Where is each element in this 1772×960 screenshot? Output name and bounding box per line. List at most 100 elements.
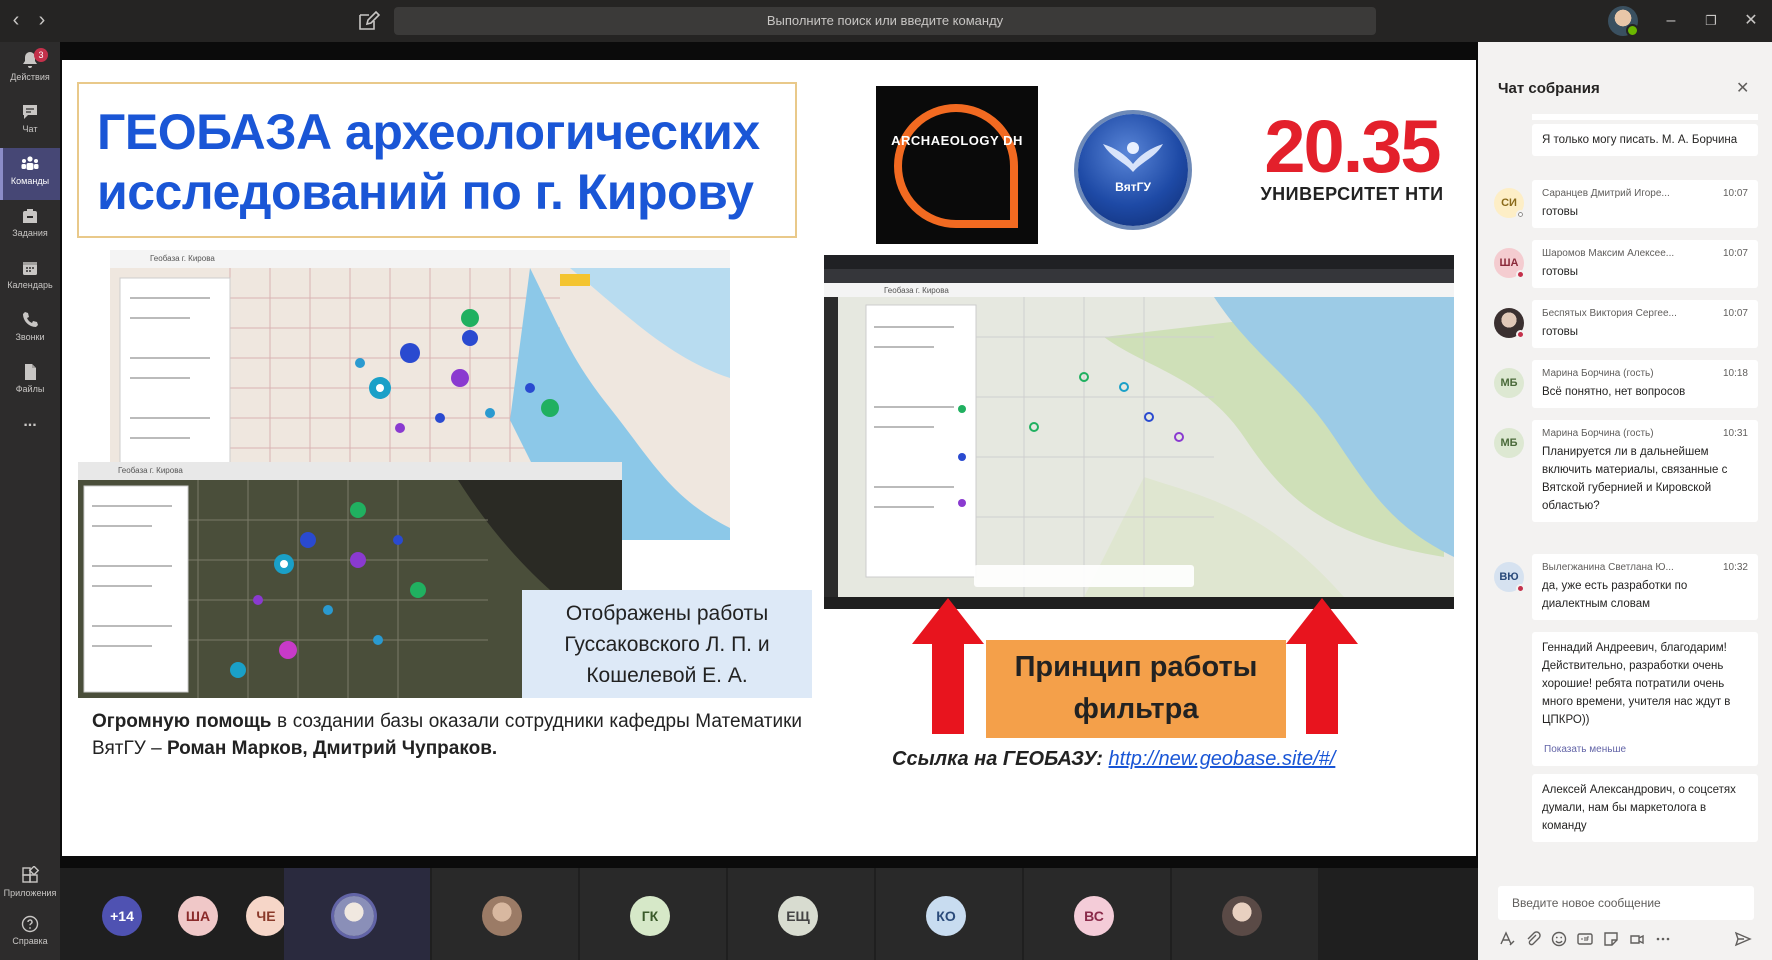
title-bar: ‹ › Выполните поиск или введите команду … xyxy=(0,0,1772,42)
map-header: Геобаза г. Кирова xyxy=(110,250,730,268)
more-options-icon[interactable] xyxy=(1654,930,1672,948)
emoji-icon[interactable] xyxy=(1550,930,1568,948)
calendar-icon xyxy=(23,262,37,275)
message-bubble: 10:07 Саранцев Дмитрий Игоре... готовы xyxy=(1532,180,1758,228)
message-text: Всё понятно, нет вопросов xyxy=(1542,386,1686,398)
rail-calls[interactable]: Звонки xyxy=(0,304,60,356)
rail-label: Задания xyxy=(12,228,48,238)
participant-tile[interactable]: ВС xyxy=(1024,868,1170,960)
overflow-participants-avatar[interactable]: +14 xyxy=(102,896,142,936)
participant-tile[interactable] xyxy=(1172,868,1318,960)
message-text: Планируется ли в дальнейшем включить мат… xyxy=(1542,446,1728,512)
browser-tabs-bar xyxy=(824,255,1454,269)
meet-now-icon[interactable] xyxy=(1628,930,1646,948)
rail-teams[interactable]: Команды xyxy=(0,148,60,200)
maximize-button[interactable]: ❐ xyxy=(1698,8,1724,34)
sender-avatar: ША xyxy=(1494,248,1525,279)
participant-photo-avatar xyxy=(1222,896,1262,936)
message-time: 10:07 xyxy=(1722,248,1748,259)
filter-map-graphic xyxy=(824,297,1454,609)
sticker-icon[interactable] xyxy=(1602,930,1620,948)
title-box: ГЕОБАЗА археологических исследований по … xyxy=(77,82,797,238)
sender-name: Вылегжанина Светлана Ю... xyxy=(1542,562,1674,573)
rail-chat[interactable]: Чат xyxy=(0,96,60,148)
rail-label: Звонки xyxy=(15,332,45,342)
status-busy-icon xyxy=(1516,270,1525,279)
shared-slide: ГЕОБАЗА археологических исследований по … xyxy=(62,60,1476,856)
profile-avatar[interactable] xyxy=(1608,6,1639,37)
show-less-link[interactable]: Показать меньше xyxy=(1544,744,1626,755)
rail-calendar[interactable]: Календарь xyxy=(0,252,60,304)
nti-text: УНИВЕРСИТЕТ НТИ xyxy=(1260,184,1444,204)
participant-avatar: ЕЩ xyxy=(778,896,818,936)
sender-avatar: ВЮ xyxy=(1494,562,1525,593)
participant-tile[interactable]: ГК xyxy=(580,868,726,960)
participants-filmstrip: +14 ША ЧЕ ГК ЕЩ КО ВС xyxy=(60,868,1478,960)
sender-avatar: МБ xyxy=(1494,428,1524,458)
chat-title: Чат собрания xyxy=(1498,80,1600,97)
back-arrow-icon[interactable]: ‹ xyxy=(4,8,28,32)
logo-ring xyxy=(894,104,1018,228)
rail-files[interactable]: Файлы xyxy=(0,356,60,408)
browser-address-bar xyxy=(824,269,1454,283)
rail-activity[interactable]: 3 Действия xyxy=(0,44,60,96)
new-chat-icon[interactable] xyxy=(356,9,380,33)
participant-tile[interactable] xyxy=(432,868,578,960)
activity-badge: 3 xyxy=(34,48,48,62)
minimize-button[interactable]: – xyxy=(1658,8,1684,34)
credit-text: Огромную помощь в создании базы оказали … xyxy=(92,708,802,762)
sender-avatar xyxy=(1494,308,1525,339)
message-text: готовы xyxy=(1542,266,1578,278)
rail-label: Действия xyxy=(10,72,50,82)
backpack-icon xyxy=(23,209,37,223)
sender-name: Саранцев Дмитрий Игоре... xyxy=(1542,188,1670,199)
avatar-initials: МБ xyxy=(1500,377,1518,389)
file-icon xyxy=(25,364,36,380)
avatar-initials: МБ xyxy=(1500,437,1518,449)
rail-label: Чат xyxy=(22,124,38,134)
rail-label: Календарь xyxy=(7,280,53,290)
rail-label: Файлы xyxy=(15,384,45,394)
message-input[interactable]: Введите новое сообщение xyxy=(1498,886,1754,920)
status-busy-icon xyxy=(1516,584,1525,593)
format-icon[interactable] xyxy=(1498,930,1516,948)
search-input[interactable]: Выполните поиск или введите команду xyxy=(394,7,1376,35)
participant-avatar[interactable]: ША xyxy=(178,896,218,936)
participant-tile-active[interactable] xyxy=(284,868,430,960)
participant-group-tile: +14 ША ЧЕ xyxy=(60,868,286,960)
message-time: 10:32 xyxy=(1722,562,1748,573)
message-bubble: 10:31 Марина Борчина (гость) Планируется … xyxy=(1532,420,1758,522)
send-icon[interactable] xyxy=(1734,930,1752,948)
attach-icon[interactable] xyxy=(1524,930,1542,948)
up-arrow-left-icon xyxy=(912,598,984,734)
rail-apps[interactable]: Приложения xyxy=(0,860,60,912)
message-text: готовы xyxy=(1542,206,1578,218)
credit-bold: Огромную помощь xyxy=(92,711,272,732)
map-header: Геобаза г. Кирова xyxy=(824,283,1454,297)
participant-tile[interactable]: ЕЩ xyxy=(728,868,874,960)
forward-arrow-icon[interactable]: › xyxy=(30,8,54,32)
message-text: готовы xyxy=(1542,326,1578,338)
logo-text: ARCHAEOLOGY DH xyxy=(891,133,1023,148)
sender-avatar: МБ xyxy=(1494,368,1524,398)
message-bubble: Я только могу писать. М. А. Борчина xyxy=(1532,124,1758,156)
nti-logo: 20.35 УНИВЕРСИТЕТ НТИ xyxy=(1256,110,1448,205)
rail-label: Справка xyxy=(12,936,48,946)
message-time: 10:31 xyxy=(1722,428,1748,439)
message-bubble: 10:18 Марина Борчина (гость) Всё понятно,… xyxy=(1532,360,1758,408)
rail-more[interactable]: ... xyxy=(0,410,60,462)
chat-message-list[interactable]: Я только могу писать. М. А. Борчина СИ 1… xyxy=(1478,114,1772,920)
sender-avatar: СИ xyxy=(1494,188,1525,219)
gif-icon[interactable] xyxy=(1576,930,1594,948)
app-rail: 3 Действия Чат Команды Задания Календарь… xyxy=(0,42,60,960)
message-bubble: Алексей Александрович, о соцсетях думали… xyxy=(1532,774,1758,842)
close-button[interactable]: ✕ xyxy=(1738,8,1764,34)
participant-tile[interactable]: КО xyxy=(876,868,1022,960)
rail-assignments[interactable]: Задания xyxy=(0,200,60,252)
participant-avatar: КО xyxy=(926,896,966,936)
rail-help[interactable]: Справка xyxy=(0,908,60,960)
credit-names: Роман Марков, Дмитрий Чупраков. xyxy=(166,738,498,759)
participant-avatar[interactable]: ЧЕ xyxy=(246,896,286,936)
close-icon[interactable]: ✕ xyxy=(1736,78,1749,98)
geobase-link[interactable]: http://new.geobase.site/#/ xyxy=(1109,748,1336,770)
